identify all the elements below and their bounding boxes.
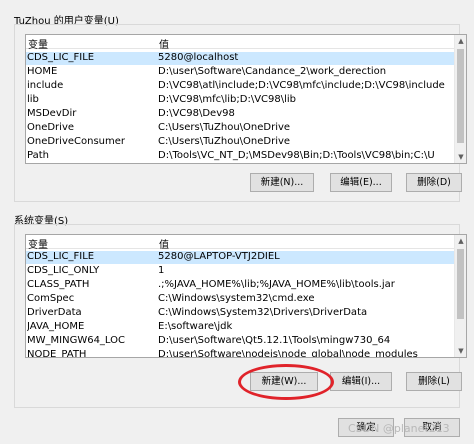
- var-name: Path: [27, 150, 49, 161]
- var-value: D:\user\Software\Qt5.12.1\Tools\mingw730…: [158, 335, 391, 346]
- var-value: C:\Users\TuZhou\OneDrive: [158, 136, 291, 147]
- table-row[interactable]: CLASS_PATH .;%JAVA_HOME%\lib;%JAVA_HOME%…: [26, 279, 454, 292]
- var-value: C:\Windows\System32\Drivers\DriverData: [158, 307, 368, 318]
- var-name: NODE_PATH: [27, 349, 87, 358]
- system-vars-scrollbar[interactable]: ▲ ▼: [454, 235, 466, 357]
- scroll-down-icon[interactable]: ▼: [455, 151, 466, 163]
- system-new-button[interactable]: 新建(W)...: [250, 372, 318, 391]
- table-row[interactable]: Path D:\Tools\VC_NT_D;\MSDev98\Bin;D:\To…: [26, 150, 454, 163]
- var-value: 1: [158, 265, 165, 276]
- var-name: include: [27, 80, 64, 91]
- var-name: MW_MINGW64_LOC: [27, 335, 126, 346]
- var-name: DriverData: [27, 307, 82, 318]
- var-value: D:\user\Software\Candance_2\work_derecti…: [158, 66, 387, 77]
- var-value: D:\VC98\atl\include;D:\VC98\mfc\include;…: [158, 80, 445, 91]
- table-row[interactable]: MW_MINGW64_LOC D:\user\Software\Qt5.12.1…: [26, 335, 454, 348]
- user-vars-col-value[interactable]: 值: [159, 36, 169, 51]
- table-row[interactable]: DriverData C:\Windows\System32\Drivers\D…: [26, 307, 454, 320]
- table-row[interactable]: MSDevDir D:\VC98\Dev98: [26, 108, 454, 121]
- var-name: MSDevDir: [27, 108, 77, 119]
- var-value: C:\Users\TuZhou\OneDrive: [158, 122, 291, 133]
- user-new-button[interactable]: 新建(N)...: [250, 173, 314, 192]
- user-vars-col-name[interactable]: 变量: [28, 36, 158, 51]
- var-value: 5280@localhost: [158, 52, 239, 63]
- table-row[interactable]: CDS_LIC_FILE 5280@localhost: [26, 52, 454, 65]
- var-name: OneDrive: [27, 122, 75, 133]
- table-row[interactable]: CDS_LIC_ONLY 1: [26, 265, 454, 278]
- system-vars-col-value[interactable]: 值: [159, 236, 169, 251]
- var-name: CDS_LIC_FILE: [27, 52, 95, 63]
- watermark: CSDN @planet213: [348, 422, 450, 435]
- var-name: ComSpec: [27, 293, 75, 304]
- system-edit-button[interactable]: 编辑(I)...: [330, 372, 392, 391]
- var-value: 5280@LAPTOP-VTJ2DIEL: [158, 251, 280, 262]
- system-vars-list-header: 变量 值: [26, 235, 454, 251]
- table-row[interactable]: CDS_LIC_FILE 5280@LAPTOP-VTJ2DIEL: [26, 251, 454, 264]
- system-vars-col-name[interactable]: 变量: [28, 236, 158, 251]
- system-delete-button[interactable]: 删除(L): [406, 372, 462, 391]
- var-name: JAVA_HOME: [27, 321, 85, 332]
- table-row[interactable]: JAVA_HOME E:\software\jdk: [26, 321, 454, 334]
- var-value: D:\VC98\Dev98: [158, 108, 235, 119]
- table-row[interactable]: OneDrive C:\Users\TuZhou\OneDrive: [26, 122, 454, 135]
- var-name: OneDriveConsumer: [27, 136, 126, 147]
- var-name: CLASS_PATH: [27, 279, 90, 290]
- var-value: .;%JAVA_HOME%\lib;%JAVA_HOME%\lib\tools.…: [158, 279, 395, 290]
- var-name: HOME: [27, 66, 58, 77]
- table-row[interactable]: ComSpec C:\Windows\system32\cmd.exe: [26, 293, 454, 306]
- table-row[interactable]: lib D:\VC98\mfc\lib;D:\VC98\lib: [26, 94, 454, 107]
- user-vars-list-header: 变量 值: [26, 35, 454, 51]
- user-edit-button[interactable]: 编辑(E)...: [330, 173, 392, 192]
- table-row[interactable]: NODE_PATH D:\user\Software\nodejs\node_g…: [26, 349, 454, 358]
- scrollbar-thumb[interactable]: [457, 49, 464, 143]
- user-delete-button[interactable]: 删除(D): [406, 173, 462, 192]
- var-value: D:\user\Software\nodejs\node_global\node…: [158, 349, 418, 358]
- var-value: E:\software\jdk: [158, 321, 233, 332]
- var-value: C:\Windows\system32\cmd.exe: [158, 293, 315, 304]
- var-name: CDS_LIC_ONLY: [27, 265, 100, 276]
- var-value: D:\Tools\VC_NT_D;\MSDev98\Bin;D:\Tools\V…: [158, 150, 435, 161]
- var-name: CDS_LIC_FILE: [27, 251, 95, 262]
- table-row[interactable]: include D:\VC98\atl\include;D:\VC98\mfc\…: [26, 80, 454, 93]
- var-value: D:\VC98\mfc\lib;D:\VC98\lib: [158, 94, 297, 105]
- scroll-down-icon[interactable]: ▼: [455, 345, 466, 357]
- scrollbar-thumb[interactable]: [457, 249, 464, 319]
- var-name: lib: [27, 94, 39, 105]
- scroll-up-icon[interactable]: ▲: [455, 235, 466, 247]
- table-row[interactable]: HOME D:\user\Software\Candance_2\work_de…: [26, 66, 454, 79]
- system-vars-list[interactable]: 变量 值 CDS_LIC_FILE 5280@LAPTOP-VTJ2DIEL C…: [25, 234, 467, 358]
- scroll-up-icon[interactable]: ▲: [455, 35, 466, 47]
- table-row[interactable]: OneDriveConsumer C:\Users\TuZhou\OneDriv…: [26, 136, 454, 149]
- user-vars-list[interactable]: 变量 值 CDS_LIC_FILE 5280@localhost HOME D:…: [25, 34, 467, 164]
- user-vars-scrollbar[interactable]: ▲ ▼: [454, 35, 466, 163]
